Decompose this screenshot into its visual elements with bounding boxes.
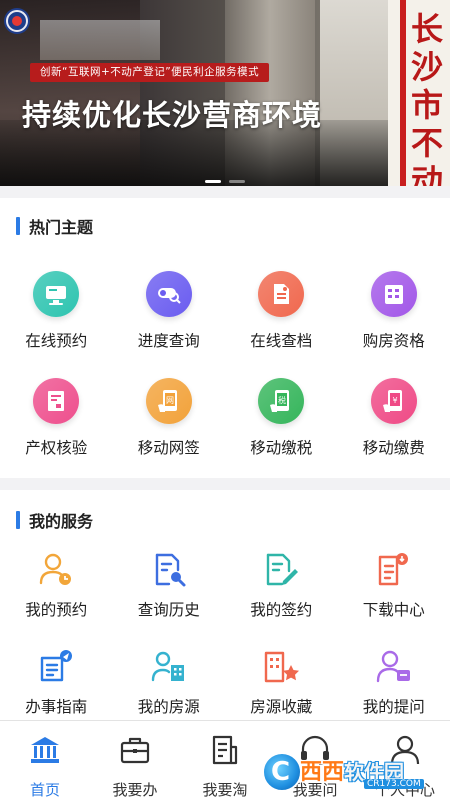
banner-headline: 持续优化长沙营商环境 [22,98,323,132]
certificate-icon [33,378,80,424]
menu-item-label: 我的预约 [25,601,88,619]
monitor-icon [33,271,80,317]
document-list-icon [208,733,242,771]
progress-search-icon [145,271,192,317]
tab-document-list[interactable]: 我要淘 [180,721,270,800]
tab-briefcase[interactable]: 我要办 [90,721,180,800]
watermark-brand-a: 西西 [300,760,345,785]
hero-banner[interactable]: 长沙市不动产 创新“互联网+不动产登记”便民利企服务模式 持续优化长沙营商环境 [0,0,450,186]
menu-item-document[interactable]: 在线查档 [225,271,338,378]
building-icon [370,271,417,317]
download-doc-icon [374,550,414,590]
watermark-site: CR173.COM [364,779,424,789]
menu-item-label: 在线查档 [250,332,313,350]
sign-pen-icon [261,550,301,590]
menu-item-label: 查询历史 [137,601,200,619]
carousel-dot-1[interactable] [205,180,221,183]
menu-item-user-clock[interactable]: 我的预约 [0,550,113,647]
menu-item-label: 办事指南 [25,698,88,716]
menu-item-search-history[interactable]: 查询历史 [113,550,226,647]
menu-item-progress-search[interactable]: 进度查询 [113,271,226,378]
menu-item-label: 在线预约 [25,332,88,350]
menu-item-label: 我的房源 [137,698,200,716]
menu-item-download-doc[interactable]: 下载中心 [338,550,450,647]
hot-topics-grid: 在线预约 进度查询 在线查档 购房资格 产权核验网移动网签税移动缴税 ¥ 移动缴费 [0,271,450,485]
svg-text:网: 网 [166,396,174,405]
my-services-grid: 我的预约 查询历史 我的签约 下载中心办事指南 我的房源 房源收藏 我的提问 [0,550,450,744]
watermark-logo: C 西西软件园 CR173.COM [262,752,432,794]
carousel-dot-2[interactable] [229,180,245,183]
menu-item-mobile-pay[interactable]: ¥ 移动缴费 [338,378,450,485]
svg-text:税: 税 [278,395,286,405]
svg-text:¥: ¥ [392,396,397,405]
search-history-icon [149,550,189,590]
home-bank-icon [28,733,62,771]
user-question-icon [374,647,414,687]
mobile-pay-icon: ¥ [370,378,417,424]
mobile-tax-icon: 税 [258,378,305,424]
mobile-sign-icon: 网 [145,378,192,424]
banner-slogan: 创新“互联网+不动产登记”便民利企服务模式 [30,63,270,82]
menu-item-label: 产权核验 [25,439,88,457]
document-icon [258,271,305,317]
banner-sign-stripe [400,0,406,186]
guide-icon [36,647,76,687]
user-building-icon [149,647,189,687]
banner-photo-shelf [40,20,160,60]
tab-home-bank[interactable]: 首页 [0,721,90,800]
registry-logo-icon [6,10,28,32]
menu-item-label: 我的提问 [362,698,425,716]
briefcase-icon [118,733,152,771]
carousel-indicator [0,168,450,186]
section-header: 热门主题 [16,215,93,237]
building-star-icon [261,647,301,687]
hot-topics-section: 热门主题 在线预约 进度查询 在线查档 购房资格产权核验 网移动网签 税移动缴税 ¥ 移动缴费 [0,198,450,478]
menu-item-certificate[interactable]: 产权核验 [0,378,113,485]
section-title: 热门主题 [29,218,94,237]
menu-item-sign-pen[interactable]: 我的签约 [225,550,338,647]
section-accent-bar [16,217,20,235]
menu-item-label: 进度查询 [137,332,200,350]
menu-item-label: 房源收藏 [250,698,313,716]
banner-sign-text: 长沙市不动产 [410,10,443,186]
section-header: 我的服务 [16,509,93,531]
menu-item-mobile-sign[interactable]: 网移动网签 [113,378,226,485]
menu-item-label: 移动缴税 [250,439,313,457]
tab-label: 我要淘 [202,781,248,799]
section-title: 我的服务 [29,512,94,531]
tab-label: 我要办 [112,781,158,799]
my-services-section: 我的服务 我的预约 查询历史 我的签约 下载中心办事指南 我的房源 房源收藏 我的提问 [0,490,450,720]
menu-item-mobile-tax[interactable]: 税移动缴税 [225,378,338,485]
menu-item-building[interactable]: 购房资格 [338,271,450,378]
menu-item-label: 购房资格 [362,332,425,350]
menu-item-label: 移动缴费 [362,439,425,457]
menu-item-label: 我的签约 [250,601,313,619]
menu-item-label: 移动网签 [137,439,200,457]
user-clock-icon [36,550,76,590]
tab-label: 首页 [29,781,60,799]
menu-item-monitor[interactable]: 在线预约 [0,271,113,378]
section-accent-bar [16,511,20,529]
menu-item-label: 下载中心 [362,601,425,619]
